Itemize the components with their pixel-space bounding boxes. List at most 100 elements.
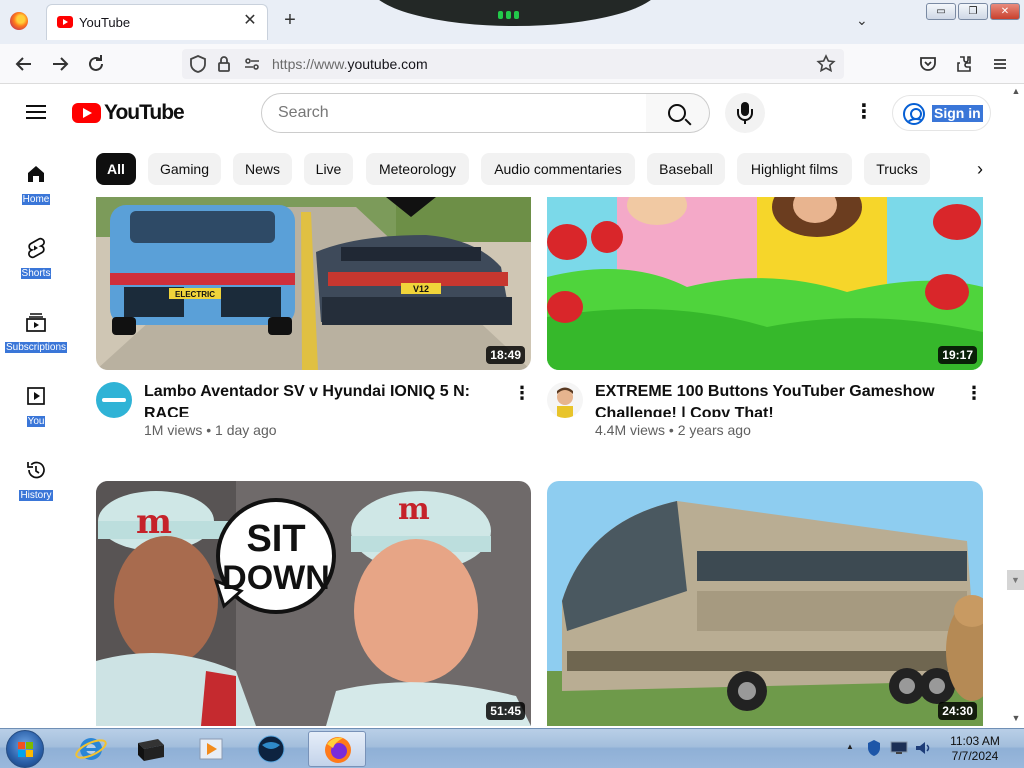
sidebar-item-history[interactable]: History xyxy=(0,459,72,529)
svg-text:m: m xyxy=(136,502,172,542)
v12-plate-text: V12 xyxy=(413,284,429,294)
video-duration-badge: 51:45 xyxy=(486,702,525,720)
tab-youtube[interactable]: YouTube ✕ xyxy=(46,4,268,40)
sidebar-item-label: History xyxy=(19,490,53,501)
search-icon xyxy=(668,104,686,122)
sit-overlay-text: SIT xyxy=(246,518,305,560)
taskbar-internet-explorer[interactable] xyxy=(64,731,118,767)
tray-expand-arrow-icon[interactable]: ▲ xyxy=(846,742,854,751)
video-stats: 4.4M views • 2 years ago xyxy=(595,422,751,438)
start-button[interactable] xyxy=(6,730,44,768)
clock-time: 11:03 AM xyxy=(950,734,1000,748)
video-title-line2[interactable]: Challenge! | Copy That! xyxy=(595,403,957,417)
url-text: https://www.youtube.com xyxy=(272,56,428,72)
sidebar-item-label: You xyxy=(26,416,46,427)
youtube-header: YouTube ⋮ Sign in xyxy=(0,85,1024,141)
window-close-button[interactable]: ✕ xyxy=(990,3,1020,20)
channel-avatar-carwow[interactable] xyxy=(96,382,132,418)
scrollbar-down-arrow-icon[interactable]: ▼ xyxy=(1009,713,1023,725)
reload-icon[interactable] xyxy=(84,52,108,76)
sign-in-button[interactable]: Sign in xyxy=(892,95,991,131)
windows-taskbar: ▲ 11:03 AM 7/7/2024 xyxy=(0,728,1024,768)
chip-news[interactable]: News xyxy=(233,153,292,185)
sit-down-thumbnail-image: m SIT DOWN m xyxy=(96,481,531,726)
chips-next-arrow-icon[interactable]: › xyxy=(964,153,996,185)
forward-arrow-icon[interactable] xyxy=(48,52,72,76)
luxury-bus-thumbnail-image xyxy=(547,481,983,726)
youtube-logo-icon xyxy=(72,103,101,123)
tracking-shield-icon[interactable] xyxy=(186,52,210,76)
chip-all[interactable]: All xyxy=(96,153,136,185)
firefox-menu-icon[interactable] xyxy=(10,12,28,30)
app-menu-icon[interactable] xyxy=(988,52,1012,76)
chip-meteorology[interactable]: Meteorology xyxy=(366,153,469,185)
video-thumbnail-drag-race[interactable]: ELECTRIC V12 18:49 xyxy=(96,197,531,370)
chip-audio-commentaries[interactable]: Audio commentaries xyxy=(481,153,635,185)
guide-menu-icon[interactable] xyxy=(24,101,48,125)
taskbar-globe-app[interactable] xyxy=(244,731,298,767)
sidebar-item-you[interactable]: You xyxy=(0,385,72,455)
youtube-favicon-icon xyxy=(57,16,73,28)
search-input[interactable] xyxy=(278,102,618,124)
svg-text:m: m xyxy=(398,492,430,527)
channel-avatar-mrbeast[interactable] xyxy=(547,382,583,418)
sign-in-label: Sign in xyxy=(932,105,983,122)
extensions-icon[interactable] xyxy=(952,52,976,76)
youtube-logo-text: YouTube xyxy=(104,101,185,124)
terminal-box-icon xyxy=(138,739,164,761)
tab-close-icon[interactable]: ✕ xyxy=(241,12,259,30)
category-chips-bar: All Gaming News Live Meteorology Audio c… xyxy=(96,153,992,185)
chip-baseball[interactable]: Baseball xyxy=(647,153,725,185)
you-icon xyxy=(25,385,47,407)
microphone-icon xyxy=(737,102,753,124)
taskbar-firefox[interactable] xyxy=(308,731,366,767)
video-thumbnail-luxury-bus[interactable]: 24:30 xyxy=(547,481,983,726)
video-thumbnail-100-buttons[interactable]: 19:17 xyxy=(547,197,983,370)
chip-gaming[interactable]: Gaming xyxy=(148,153,221,185)
windows-logo-icon xyxy=(18,742,34,758)
scrollbar-up-arrow-icon[interactable]: ▲ xyxy=(1009,86,1023,98)
permissions-icon[interactable] xyxy=(240,52,264,76)
taskbar-terminal[interactable] xyxy=(124,731,178,767)
media-player-icon xyxy=(199,738,223,760)
security-shield-tray-icon[interactable] xyxy=(866,739,882,757)
video-more-options-icon[interactable]: ⋮ xyxy=(962,382,986,406)
network-monitor-tray-icon[interactable] xyxy=(890,741,908,755)
url-bar[interactable]: https://www.youtube.com xyxy=(182,49,844,79)
taskbar-media-player[interactable] xyxy=(184,731,238,767)
window-minimize-button[interactable]: ▭ xyxy=(926,3,956,20)
video-more-options-icon[interactable]: ⋮ xyxy=(510,382,534,406)
electric-plate-text: ELECTRIC xyxy=(175,290,215,299)
chip-highlight-films[interactable]: Highlight films xyxy=(737,153,852,185)
lock-icon[interactable] xyxy=(212,52,236,76)
search-button[interactable] xyxy=(646,93,710,133)
taskbar-clock[interactable]: 11:03 AM 7/7/2024 xyxy=(930,734,1020,764)
buttons-gameshow-thumbnail-image xyxy=(547,197,983,370)
video-stats: 1M views • 1 day ago xyxy=(144,422,277,438)
window-maximize-button[interactable]: ❐ xyxy=(958,3,988,20)
list-all-tabs-button[interactable]: ⌄ xyxy=(856,12,868,29)
chip-live[interactable]: Live xyxy=(304,153,353,185)
video-thumbnail-sit-down[interactable]: m SIT DOWN m 51:45 xyxy=(96,481,531,726)
browser-nav-bar: https://www.youtube.com xyxy=(0,44,1024,84)
search-box[interactable] xyxy=(261,93,647,133)
back-arrow-icon[interactable] xyxy=(12,52,36,76)
pocket-icon[interactable] xyxy=(916,52,940,76)
subscriptions-icon xyxy=(25,311,47,333)
scrollbar-thumb[interactable]: ▼ xyxy=(1007,570,1024,590)
voice-search-button[interactable] xyxy=(725,93,765,133)
sidebar-item-label: Home xyxy=(21,194,51,205)
video-title[interactable]: EXTREME 100 Buttons YouTuber Gameshow xyxy=(595,381,957,403)
bookmark-star-icon[interactable] xyxy=(814,52,838,76)
settings-more-icon[interactable]: ⋮ xyxy=(852,101,876,125)
sidebar-item-home[interactable]: Home xyxy=(0,163,72,233)
tab-title: YouTube xyxy=(79,15,131,30)
chip-trucks[interactable]: Trucks xyxy=(864,153,930,185)
new-tab-button[interactable]: + xyxy=(280,10,300,30)
sidebar-item-shorts[interactable]: Shorts xyxy=(0,237,72,307)
sidebar-item-subscriptions[interactable]: Subscriptions xyxy=(0,311,72,381)
video-title-line2[interactable]: RACE xyxy=(144,403,506,417)
firefox-icon xyxy=(325,737,351,763)
sidebar-item-label: Shorts xyxy=(20,268,52,279)
video-title[interactable]: Lambo Aventador SV v Hyundai IONIQ 5 N: … xyxy=(144,381,506,403)
